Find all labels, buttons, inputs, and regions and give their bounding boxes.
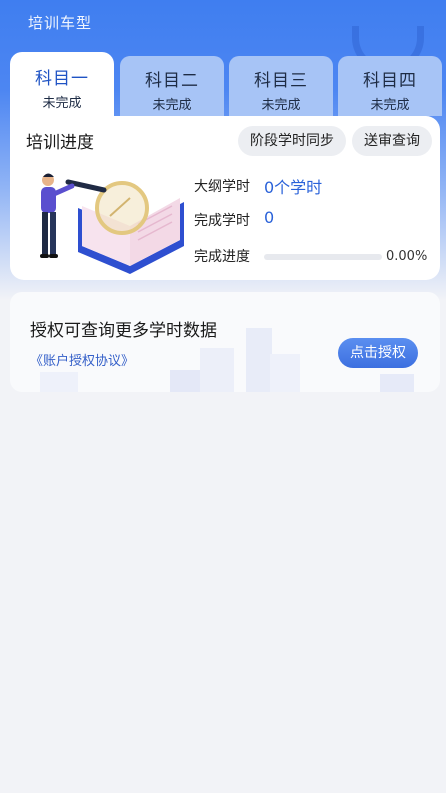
tab-label: 科目三: [254, 71, 308, 91]
authorize-button[interactable]: 点击授权: [338, 338, 418, 368]
study-illustration-icon: [40, 173, 184, 274]
tab-subject-1[interactable]: 科目一 未完成: [10, 52, 114, 118]
stage-hours-sync-button[interactable]: 阶段学时同步: [238, 126, 346, 156]
tab-label: 科目二: [145, 71, 199, 91]
tab-status: 未完成: [261, 98, 301, 113]
tab-subject-2[interactable]: 科目二 未完成: [120, 56, 224, 116]
completed-hours-label: 完成学时: [194, 213, 250, 229]
tab-status: 未完成: [42, 96, 82, 111]
tab-subject-3[interactable]: 科目三 未完成: [229, 56, 333, 116]
progress-title: 培训进度: [26, 133, 94, 153]
tab-label: 科目一: [35, 69, 89, 89]
account-authorization-agreement-link[interactable]: 《账户授权协议》: [30, 350, 134, 369]
tab-label: 科目四: [363, 71, 417, 91]
authorization-card: 授权可查询更多学时数据 《账户授权协议》 点击授权: [10, 292, 440, 392]
subject-tabs: 科目一 未完成 科目二 未完成 科目三 未完成 科目四 未完成: [10, 52, 442, 118]
page-title: 培训车型: [28, 14, 93, 32]
training-progress-card: 培训进度 阶段学时同步 送审查询 大纲学时 0个学时 完成学时 0 完成进度 0…: [10, 116, 440, 280]
tab-status: 未完成: [152, 98, 192, 113]
completion-label: 完成进度: [194, 249, 250, 265]
completed-hours-value: 0: [264, 208, 275, 227]
syllabus-hours-label: 大纲学时: [194, 179, 250, 195]
tab-status: 未完成: [370, 98, 410, 113]
tab-subject-4[interactable]: 科目四 未完成: [338, 56, 442, 116]
authorization-prompt: 授权可查询更多学时数据: [30, 321, 217, 341]
review-query-button[interactable]: 送审查询: [352, 126, 432, 156]
completion-progress-bar: [264, 254, 382, 260]
syllabus-hours-value: 0个学时: [264, 178, 323, 197]
completion-percent: 0.00%: [386, 249, 428, 264]
